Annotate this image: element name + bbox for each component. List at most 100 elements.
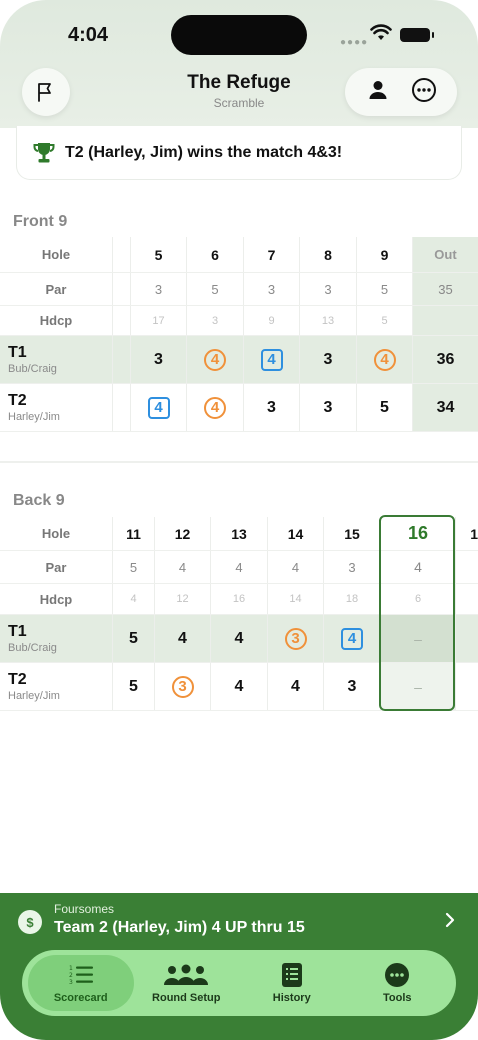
- svg-text:3: 3: [69, 979, 73, 986]
- hole-number: 8: [324, 246, 332, 263]
- tab-bar: 1 2 3 Scorecard Round Setup History Tool…: [22, 950, 456, 1016]
- score-cell: 4: [234, 629, 244, 647]
- score-cell: 4: [234, 677, 244, 695]
- banner-text: T2 (Harley, Jim) wins the match 4&3!: [65, 143, 343, 161]
- empty-score: –: [414, 678, 422, 695]
- par-value: 5: [211, 281, 219, 297]
- team-name: T1: [8, 623, 27, 640]
- tab-round-setup[interactable]: Round Setup: [134, 955, 240, 1011]
- par-value: 5: [380, 281, 389, 297]
- chevron-right-icon: [445, 912, 455, 928]
- team-players: Bub/Craig: [8, 363, 57, 375]
- course-title-block: The Refuge Scramble: [139, 72, 339, 110]
- score-cell: 3: [323, 398, 333, 416]
- score-cell: 3: [154, 350, 163, 368]
- people-icon: [162, 962, 210, 988]
- out-total: 34: [436, 398, 455, 416]
- status-time: 4:04: [68, 24, 109, 46]
- list-icon: 1 2 3: [68, 962, 94, 988]
- tab-label: Round Setup: [152, 992, 221, 1004]
- header-area: 4:04 ●●●● The Refuge Scramble: [0, 0, 478, 128]
- hole-number: 7: [267, 246, 276, 263]
- par-value: 4: [291, 559, 300, 575]
- row-label-hdcp: Hdcp: [39, 591, 73, 607]
- score-cell: 3: [347, 677, 357, 695]
- team-players: Harley/Jim: [8, 411, 60, 423]
- score-cell: 5: [380, 398, 389, 416]
- team-row-t2[interactable]: T2 Harley/Jim 5 3 4 4 3 –: [0, 663, 478, 711]
- hdcp-value: 17: [152, 314, 165, 327]
- row-label-par: Par: [45, 281, 67, 297]
- par-value: 3: [324, 281, 332, 297]
- match-format: Foursomes: [54, 902, 115, 916]
- more-button[interactable]: [411, 77, 437, 108]
- score-cell: 3: [267, 398, 276, 416]
- score-cell: 5: [129, 629, 138, 647]
- out-total: 36: [436, 350, 455, 368]
- row-label-par: Par: [45, 559, 67, 575]
- header-actions: [345, 68, 457, 116]
- svg-text:1: 1: [69, 965, 73, 972]
- par-value: 3: [348, 559, 356, 575]
- hole-row: Hole 5 6 7 8 9 Out: [0, 237, 478, 273]
- team-players: Bub/Craig: [8, 642, 57, 654]
- team-row-t2[interactable]: T2 Harley/Jim 4 4 3 3 5 34: [0, 384, 478, 432]
- par-value: 4: [235, 559, 243, 575]
- match-status-row[interactable]: $ Foursomes Team 2 (Harley, Jim) 4 UP th…: [18, 902, 458, 942]
- team-row-t1[interactable]: T1 Bub/Craig 3 4 4 3 4 36: [0, 336, 478, 384]
- bogey-score: 4: [260, 348, 283, 371]
- match-result-banner: T2 (Harley, Jim) wins the match 4&3!: [16, 126, 462, 180]
- empty-score: –: [414, 630, 422, 647]
- tab-history[interactable]: History: [239, 955, 345, 1011]
- back-nine-title: Back 9: [13, 492, 65, 509]
- birdie-score: 3: [171, 675, 194, 698]
- ellipsis-circle-icon: [411, 77, 436, 102]
- par-value: 5: [129, 559, 138, 575]
- front-nine-title: Front 9: [13, 213, 68, 230]
- wifi-icon: [370, 24, 392, 40]
- par-value: 3: [154, 281, 163, 297]
- par-value: 4: [178, 559, 187, 575]
- row-label-hole: Hole: [41, 526, 71, 541]
- birdie-score: 4: [204, 396, 226, 419]
- score-cell: 4: [291, 677, 300, 695]
- front-nine-table: Hole 5 6 7 8 9 Out Par 3 5 3 3 5 35 Hdcp…: [0, 237, 478, 432]
- score-cell: 5: [129, 677, 138, 695]
- hdcp-value: 12: [176, 593, 189, 605]
- score-cell: 4: [178, 629, 187, 647]
- hole-number: 12: [174, 525, 191, 542]
- trophy-icon: [33, 142, 55, 162]
- hdcp-value: 4: [130, 593, 137, 605]
- birdie-score: 4: [373, 348, 396, 371]
- tab-label: Scorecard: [53, 992, 108, 1004]
- hole-number: 9: [380, 246, 389, 263]
- current-hole-number: 16: [407, 523, 429, 543]
- team-row-t1[interactable]: T1 Bub/Craig 5 4 4 3 4 –: [0, 615, 478, 663]
- battery-icon: [400, 28, 434, 42]
- dollar-icon: $: [18, 910, 42, 934]
- tab-label: Tools: [382, 992, 412, 1004]
- out-header: Out: [434, 247, 457, 262]
- team-name: T1: [8, 344, 27, 361]
- hole-number: 5: [154, 246, 163, 263]
- tab-tools[interactable]: Tools: [345, 955, 451, 1011]
- hdcp-value: 16: [232, 593, 246, 605]
- page-title: The Refuge: [187, 72, 291, 93]
- par-row: Par 5 4 4 4 3 4: [0, 551, 478, 584]
- svg-text:2: 2: [69, 972, 73, 979]
- hole-number: 6: [211, 246, 219, 263]
- hole-number: 15: [344, 525, 360, 542]
- tab-scorecard[interactable]: 1 2 3 Scorecard: [28, 955, 134, 1011]
- document-icon: [281, 962, 303, 988]
- hole-number: 11: [126, 525, 141, 542]
- hdcp-value: 9: [268, 314, 275, 327]
- player-button[interactable]: [366, 78, 390, 107]
- flag-button[interactable]: [22, 68, 70, 116]
- dynamic-island: [171, 15, 307, 55]
- birdie-score: 3: [284, 627, 307, 650]
- team-players: Harley/Jim: [8, 690, 60, 702]
- flag-icon: [38, 83, 51, 102]
- team-name: T2: [8, 392, 27, 409]
- hdcp-value: 6: [414, 593, 422, 605]
- par-value: 3: [267, 281, 276, 297]
